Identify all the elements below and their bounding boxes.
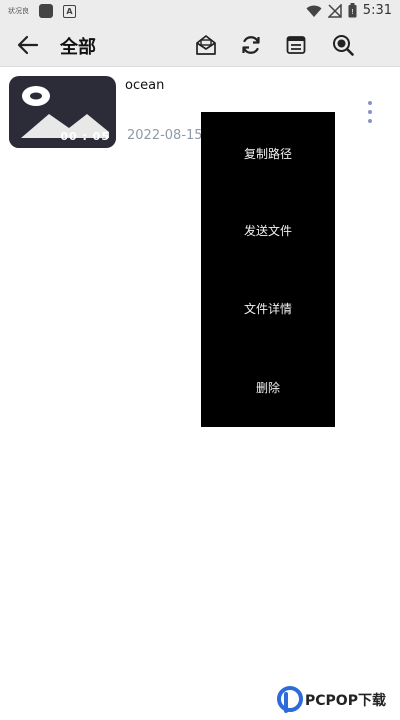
pcpop-logo: PCPOP下载 — [277, 686, 386, 713]
list-icon — [286, 36, 306, 54]
video-duration: 00 : 05 — [60, 130, 110, 143]
more-dot-icon — [368, 101, 372, 105]
app-bar: 全部 — [0, 24, 400, 67]
wifi-icon — [306, 5, 322, 17]
watermark-logo: PCPOP下载 — [276, 684, 396, 716]
list-button[interactable] — [283, 32, 309, 58]
menu-item-copy-path[interactable]: 复制路径 — [201, 133, 335, 173]
more-dot-icon — [368, 110, 372, 114]
signal-off-icon — [327, 3, 342, 18]
page-title: 全部 — [60, 37, 96, 58]
a-icon: A — [63, 4, 76, 18]
search-button[interactable] — [330, 32, 356, 58]
more-options-button[interactable] — [362, 101, 378, 123]
back-arrow-icon — [17, 35, 39, 55]
list-item[interactable]: 00 : 05 ocean 2022-08-15 — [0, 66, 400, 156]
status-right: ! 5:31 — [306, 3, 392, 18]
carrier-label: 状况良 — [8, 7, 29, 15]
app-icon — [39, 4, 53, 18]
mail-button[interactable] — [193, 32, 219, 58]
back-button[interactable] — [14, 32, 42, 58]
refresh-button[interactable] — [238, 32, 264, 58]
context-menu: 复制路径 发送文件 文件详情 删除 — [201, 112, 335, 427]
menu-item-send-file[interactable]: 发送文件 — [201, 210, 335, 250]
video-thumbnail[interactable]: 00 : 05 — [9, 76, 116, 148]
battery-icon: ! — [348, 3, 357, 18]
file-date: 2022-08-15 — [127, 128, 203, 143]
status-bar: 状况良 A ! 5:31 — [0, 0, 400, 24]
more-dot-icon — [368, 119, 372, 123]
watermark-text: PCPOP下载 — [305, 692, 386, 709]
status-time: 5:31 — [362, 3, 392, 18]
mail-icon — [196, 35, 216, 55]
svg-text:!: ! — [351, 8, 354, 16]
status-left: 状况良 A — [8, 4, 76, 18]
menu-item-delete[interactable]: 删除 — [201, 367, 335, 407]
search-icon — [333, 35, 354, 56]
refresh-icon — [242, 36, 260, 54]
file-name: ocean — [125, 78, 165, 93]
menu-item-file-details[interactable]: 文件详情 — [201, 288, 335, 328]
